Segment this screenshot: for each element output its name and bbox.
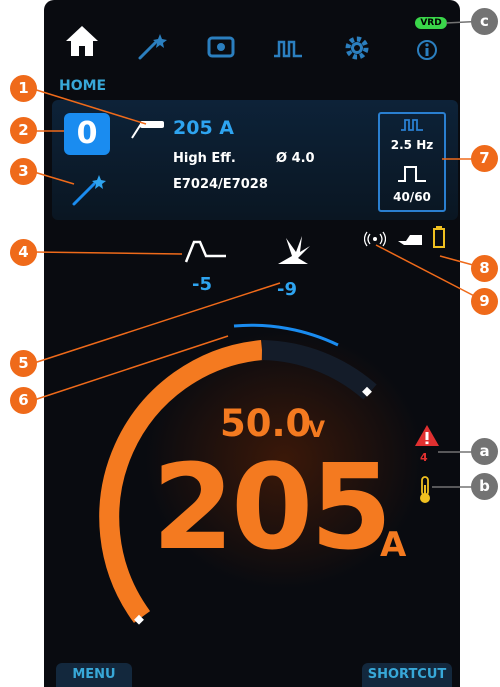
callout-8: 8 — [471, 255, 498, 282]
callout-b: b — [471, 473, 498, 500]
callout-3: 3 — [10, 158, 37, 185]
callout-4: 4 — [10, 239, 37, 266]
callout-5: 5 — [10, 350, 37, 377]
callout-c: c — [471, 8, 498, 35]
callout-2: 2 — [10, 117, 37, 144]
callout-a: a — [471, 438, 498, 465]
callout-1: 1 — [10, 75, 37, 102]
callout-6: 6 — [10, 387, 37, 414]
callout-leader-lines — [29, 20, 487, 488]
callout-9: 9 — [471, 288, 498, 315]
callout-7: 7 — [471, 145, 498, 172]
